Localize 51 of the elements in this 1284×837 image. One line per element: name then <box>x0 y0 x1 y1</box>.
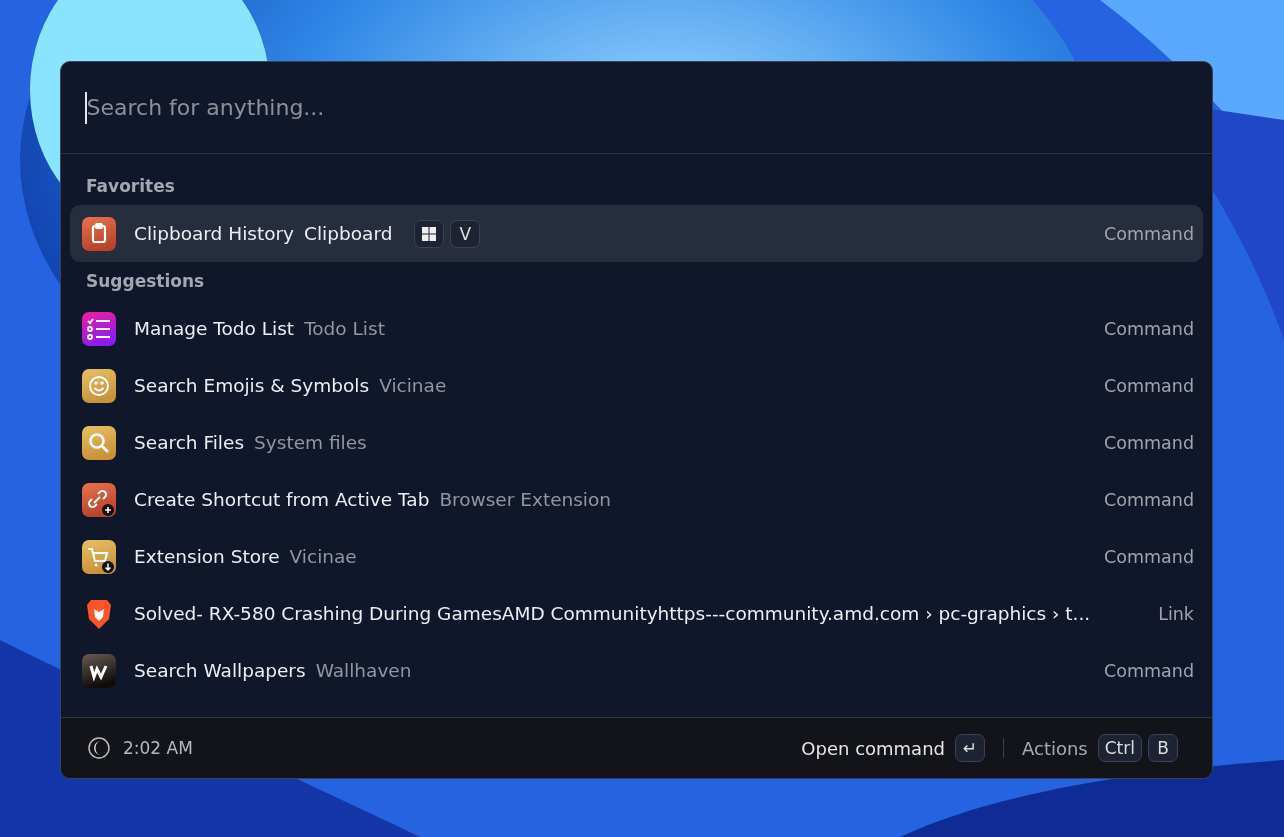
list-item[interactable]: Extension Store Vicinae Command <box>70 528 1203 585</box>
clipboard-icon <box>82 216 116 251</box>
item-type: Link <box>1158 603 1194 624</box>
item-type: Command <box>1104 489 1194 510</box>
clock-time: 2:02 AM <box>123 738 193 758</box>
list-item[interactable]: Search Wallpapers Wallhaven Command <box>70 642 1203 699</box>
moon-icon <box>88 737 110 759</box>
item-title: Search Wallpapers <box>134 660 306 681</box>
search-field[interactable]: Search for anything... <box>86 95 1212 120</box>
item-subtitle: Todo List <box>304 318 385 339</box>
item-type: Command <box>1104 223 1194 244</box>
key-badge: B <box>1148 734 1178 762</box>
item-type: Command <box>1104 432 1194 453</box>
item-title: Extension Store <box>134 546 280 567</box>
key-badge: V <box>450 219 481 248</box>
letter-w-icon <box>82 653 116 688</box>
item-subtitle: Wallhaven <box>315 660 412 681</box>
smiley-icon <box>82 368 116 403</box>
key-badge: ↵ <box>955 734 985 762</box>
item-title: Manage Todo List <box>134 318 295 339</box>
action-label[interactable]: Actions <box>1022 737 1088 759</box>
cart-icon <box>82 539 116 574</box>
item-type: Command <box>1104 318 1194 339</box>
item-subtitle: Vicinae <box>289 546 357 567</box>
item-subtitle: Browser Extension <box>439 489 612 510</box>
list-item[interactable]: Clipboard History Clipboard V Command <box>70 205 1203 262</box>
item-title: Search Emojis & Symbols <box>134 375 370 396</box>
section-heading: Favorites <box>85 175 176 198</box>
item-title: Search Files <box>134 432 245 453</box>
list-item[interactable]: Solved- RX-580 Crashing During GamesAMD Communityhttps---community.amd.com › pc-graphics › t... Link <box>70 585 1203 642</box>
action-label[interactable]: Open command <box>801 737 945 759</box>
list-item[interactable]: Manage Todo List Todo List Command <box>70 300 1203 357</box>
windows-logo-icon <box>422 226 437 241</box>
item-type: Command <box>1104 375 1194 396</box>
item-title: Clipboard History <box>134 223 295 244</box>
link-icon <box>82 482 116 517</box>
list-item[interactable]: Search Files System files Command <box>70 414 1203 471</box>
text-cursor <box>85 91 87 124</box>
item-title: Solved- RX-580 Crashing During GamesAMD Communityhttps---community.amd.com › pc-graphics › t... <box>134 603 1091 624</box>
item-subtitle: Vicinae <box>379 375 447 396</box>
item-title: Create Shortcut from Active Tab <box>134 489 430 510</box>
key-badge: Ctrl <box>1097 734 1142 762</box>
list-item[interactable]: Search Emojis & Symbols Vicinae Command <box>70 357 1203 414</box>
item-type: Command <box>1104 660 1194 681</box>
item-type: Command <box>1104 546 1194 567</box>
checklist-icon <box>82 311 116 346</box>
item-subtitle: Clipboard <box>304 223 393 244</box>
section-heading: Suggestions <box>85 270 206 293</box>
search-icon <box>82 425 116 460</box>
item-subtitle: System files <box>254 432 367 453</box>
list-item[interactable]: Create Shortcut from Active Tab Browser Extension Command <box>70 471 1203 528</box>
